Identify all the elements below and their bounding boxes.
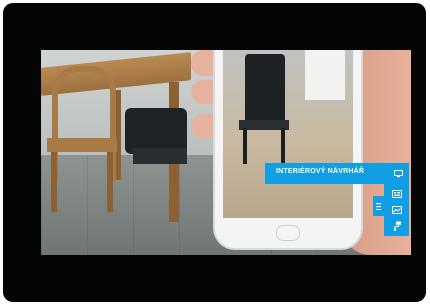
- interior-designer-banner[interactable]: INTERIÉROVÝ NÁVRHÁŘ: [265, 163, 409, 184]
- chair-on-screen: [245, 54, 285, 124]
- white-furniture: [305, 50, 345, 100]
- banner-label: INTERIÉROVÝ NÁVRHÁŘ: [276, 168, 365, 175]
- menu-toggle[interactable]: [373, 196, 384, 216]
- chair-leg: [51, 152, 57, 212]
- chair-leg: [107, 152, 113, 212]
- chair-seat: [47, 138, 117, 152]
- device-frame: INTERIÉROVÝ NÁVRHÁŘ: [3, 3, 426, 302]
- hero-image: [41, 50, 411, 255]
- chair-leg-on-screen: [243, 128, 247, 164]
- smartphone: [213, 50, 363, 250]
- side-toolbar: [384, 184, 409, 236]
- image-icon[interactable]: [390, 203, 403, 216]
- wooden-chair: [47, 66, 127, 216]
- hamburger-menu-icon: [373, 200, 384, 213]
- home-button: [276, 225, 300, 241]
- paint-roller-icon[interactable]: [390, 219, 403, 232]
- monitor-icon: [392, 167, 405, 180]
- phone-screen: [223, 50, 353, 218]
- dark-chair-seat: [133, 148, 187, 164]
- gallery-icon[interactable]: [390, 187, 403, 200]
- chair-leg-on-screen: [281, 128, 285, 164]
